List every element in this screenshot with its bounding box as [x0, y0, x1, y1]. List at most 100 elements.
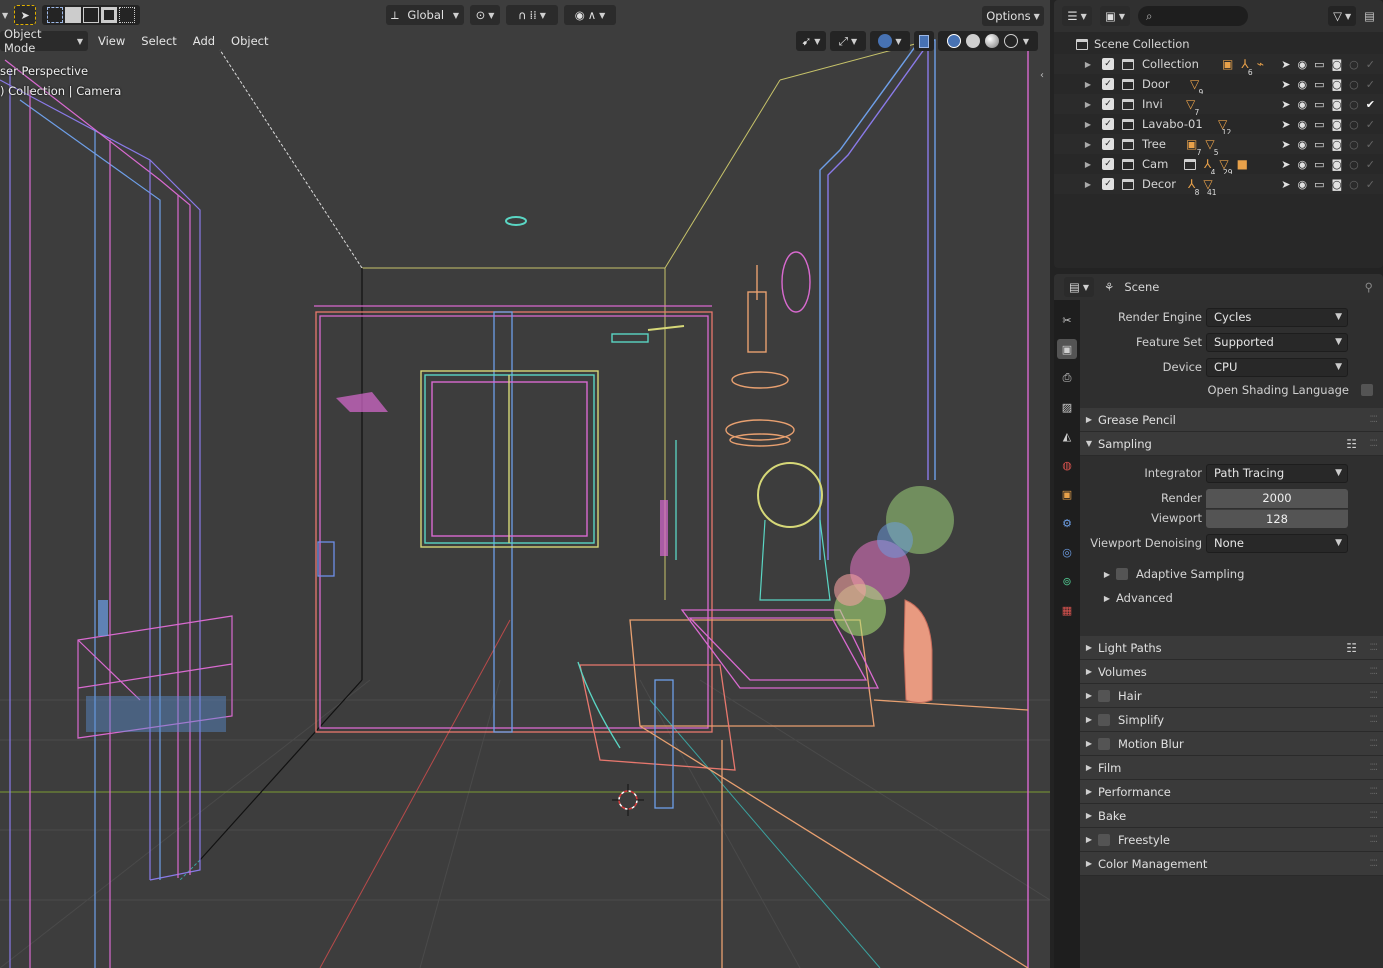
drag-handle-icon[interactable]: ⁚⁚⁚⁚	[1370, 811, 1379, 821]
view-layer-tab-icon[interactable]: ▨	[1057, 397, 1077, 417]
indirect-only-icon[interactable]: ✓	[1366, 58, 1375, 71]
outliner-row[interactable]: ▶ ✓ Tree ▣ 7 ▽ 5 ➤ ◉ ▭ ◙ ○ ✓	[1054, 134, 1383, 157]
select-arrow-icon[interactable]: ➤	[1281, 78, 1290, 91]
indirect-only-icon[interactable]: ✓	[1366, 78, 1375, 91]
select-extend-icon[interactable]	[65, 7, 82, 23]
indirect-only-icon[interactable]: ✓	[1366, 138, 1375, 151]
chevron-down-icon[interactable]: ▼	[1023, 37, 1029, 46]
bake-panel[interactable]: ▶ Bake ⁚⁚⁚⁚	[1080, 804, 1383, 828]
tool-tab-icon[interactable]: ✂	[1057, 310, 1077, 330]
editor-type-dropdown[interactable]: ☰ ▼	[1062, 6, 1092, 26]
drag-handle-icon[interactable]: ⁚⁚⁚⁚	[1370, 643, 1379, 653]
menu-object[interactable]: Object	[225, 31, 274, 51]
editor-type-dropdown[interactable]: ▤ ▼	[1064, 277, 1094, 297]
wireframe-scene[interactable]	[0, 0, 1050, 968]
3d-viewport[interactable]: ▼ ➤ ⟂ Global ▼ ⊙ ▼ ∩ ⁞⁞ ▼ ◉ ∧ ▼ Options …	[0, 0, 1050, 968]
outliner-row[interactable]: ▶ ✓ Collection ▣ ⅄ 6 ⌁ ➤ ◉ ▭ ◙ ○ ✓	[1054, 54, 1383, 77]
grease-pencil-panel[interactable]: ▶ Grease Pencil ⁚⁚⁚⁚	[1080, 408, 1383, 432]
expand-arrow-icon[interactable]: ▶	[1082, 100, 1094, 109]
select-subtract-icon[interactable]	[83, 7, 100, 23]
drag-handle-icon[interactable]: ⁚⁚⁚⁚	[1370, 415, 1379, 425]
material-preview-icon[interactable]	[984, 34, 999, 48]
advanced-subpanel[interactable]: ▶ Advanced	[1080, 587, 1383, 609]
world-tab-icon[interactable]: ◍	[1057, 455, 1077, 475]
expand-arrow-icon[interactable]: ▶	[1082, 160, 1094, 169]
camera-icon[interactable]: ◙	[1331, 158, 1342, 171]
object-mode-dropdown[interactable]: Object Mode ▼	[0, 27, 88, 55]
holdout-icon[interactable]: ○	[1349, 158, 1359, 171]
outliner-row[interactable]: ▶ ✓ Cam ⅄ 4 ▽ 29 ■ ➤ ◉ ▭ ◙ ○ ✓	[1054, 154, 1383, 177]
menu-view[interactable]: View	[92, 31, 131, 51]
integrator-dropdown[interactable]: Path Tracing ▼	[1206, 463, 1348, 483]
display-mode-dropdown[interactable]: ▣ ▼	[1100, 6, 1130, 26]
expand-arrow-icon[interactable]: ▶	[1082, 80, 1094, 89]
rendered-shading-icon[interactable]	[1003, 34, 1018, 48]
holdout-icon[interactable]: ○	[1349, 58, 1359, 71]
indirect-only-icon[interactable]: ✓	[1366, 118, 1375, 131]
select-arrow-icon[interactable]: ➤	[1281, 178, 1290, 191]
holdout-icon[interactable]: ○	[1349, 178, 1359, 191]
presets-icon[interactable]: ☷	[1346, 641, 1357, 655]
transform-orientation-dropdown[interactable]: ⟂ Global ▼	[386, 5, 464, 25]
eye-icon[interactable]: ◉	[1297, 118, 1307, 131]
gizmo-dropdown[interactable]: ⤢ ▼	[830, 31, 866, 51]
output-tab-icon[interactable]: ⎙	[1057, 368, 1077, 388]
expand-arrow-icon[interactable]: ▶	[1082, 120, 1094, 129]
eye-icon[interactable]: ◉	[1297, 158, 1307, 171]
monitor-icon[interactable]: ▭	[1314, 138, 1324, 151]
outliner-row[interactable]: ▶ ✓ Lavabo-01 ▽ 12 ➤ ◉ ▭ ◙ ○ ✓	[1054, 114, 1383, 137]
render-tab-icon[interactable]: ▣	[1057, 339, 1077, 359]
holdout-icon[interactable]: ○	[1349, 78, 1359, 91]
camera-icon[interactable]: ◙	[1331, 78, 1342, 91]
monitor-icon[interactable]: ▭	[1314, 98, 1324, 111]
exclude-checkbox[interactable]: ✓	[1102, 118, 1114, 130]
exclude-checkbox[interactable]: ✓	[1102, 78, 1114, 90]
chevron-down-icon[interactable]: ▼	[2, 11, 8, 20]
exclude-checkbox[interactable]: ✓	[1102, 138, 1114, 150]
filter-dropdown[interactable]: ▽ ▼	[1328, 6, 1357, 26]
camera-icon[interactable]: ◙	[1331, 178, 1342, 191]
adaptive-sampling-subpanel[interactable]: ▶ Adaptive Sampling	[1080, 563, 1383, 585]
light-paths-panel[interactable]: ▶ Light Paths ☷ ⁚⁚⁚⁚	[1080, 636, 1383, 660]
freestyle-checkbox[interactable]	[1098, 833, 1110, 846]
simplify-panel[interactable]: ▶ Simplify ⁚⁚⁚⁚	[1080, 708, 1383, 732]
indirect-only-icon[interactable]: ✔	[1366, 98, 1375, 111]
select-new-icon[interactable]	[47, 7, 64, 23]
proportional-editing-toggle[interactable]: ◉ ∧ ▼	[564, 5, 616, 25]
exclude-checkbox[interactable]: ✓	[1102, 58, 1114, 70]
exclude-checkbox[interactable]: ✓	[1102, 98, 1114, 110]
overlays-dropdown[interactable]: ▼	[870, 31, 910, 51]
viewport-denoising-dropdown[interactable]: None ▼	[1206, 533, 1348, 553]
select-arrow-icon[interactable]: ➤	[1281, 118, 1290, 131]
select-arrow-icon[interactable]: ➤	[1281, 98, 1290, 111]
volumes-panel[interactable]: ▶ Volumes ⁚⁚⁚⁚	[1080, 660, 1383, 684]
drag-handle-icon[interactable]: ⁚⁚⁚⁚	[1370, 667, 1379, 677]
sampling-panel[interactable]: ▼ Sampling ☷ ⁚⁚⁚⁚	[1080, 432, 1383, 456]
drag-handle-icon[interactable]: ⁚⁚⁚⁚	[1370, 439, 1379, 449]
hair-panel[interactable]: ▶ Hair ⁚⁚⁚⁚	[1080, 684, 1383, 708]
freestyle-panel[interactable]: ▶ Freestyle ⁚⁚⁚⁚	[1080, 828, 1383, 852]
exclude-checkbox[interactable]: ✓	[1102, 158, 1114, 170]
holdout-icon[interactable]: ○	[1349, 138, 1359, 151]
menu-select[interactable]: Select	[135, 31, 182, 51]
options-dropdown[interactable]: Options ▼	[982, 6, 1044, 26]
scene-collection-row[interactable]: Scene Collection	[1054, 34, 1383, 54]
eye-icon[interactable]: ◉	[1297, 98, 1307, 111]
presets-icon[interactable]: ☷	[1346, 437, 1357, 451]
texture-tab-icon[interactable]: ▦	[1057, 600, 1077, 620]
indirect-only-icon[interactable]: ✓	[1366, 158, 1375, 171]
expand-arrow-icon[interactable]: ▶	[1082, 140, 1094, 149]
motion-blur-panel[interactable]: ▶ Motion Blur ⁚⁚⁚⁚	[1080, 732, 1383, 756]
select-arrow-icon[interactable]: ➤	[1281, 158, 1290, 171]
device-dropdown[interactable]: CPU ▼	[1206, 357, 1348, 377]
object-tab-icon[interactable]: ▣	[1057, 484, 1077, 504]
modifiers-tab-icon[interactable]: ⚙	[1057, 513, 1077, 533]
drag-handle-icon[interactable]: ⁚⁚⁚⁚	[1370, 739, 1379, 749]
viewport-samples-field[interactable]: 128	[1206, 508, 1348, 528]
physics-tab-icon[interactable]: ⊚	[1057, 571, 1077, 591]
holdout-icon[interactable]: ○	[1349, 98, 1359, 111]
monitor-icon[interactable]: ▭	[1314, 118, 1324, 131]
drag-handle-icon[interactable]: ⁚⁚⁚⁚	[1370, 787, 1379, 797]
expand-arrow-icon[interactable]: ▶	[1082, 60, 1094, 69]
motion-blur-checkbox[interactable]	[1098, 737, 1110, 750]
